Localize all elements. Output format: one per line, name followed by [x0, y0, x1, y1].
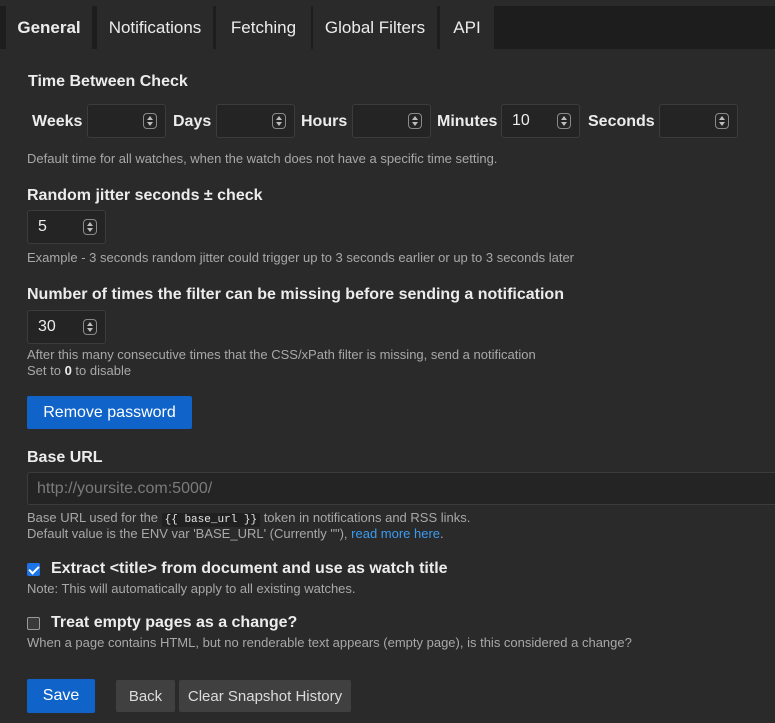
base-url-help: Base URL used for the {{ base_url }} tok…: [27, 510, 471, 527]
days-spinner-icon[interactable]: [272, 113, 286, 129]
tab-bar: General Notifications Fetching Global Fi…: [0, 0, 775, 49]
time-between-check-help: Default time for all watches, when the w…: [27, 151, 498, 166]
empty-pages-label: Treat empty pages as a change?: [51, 614, 298, 631]
save-button[interactable]: Save: [27, 679, 95, 713]
hours-label: Hours: [301, 113, 348, 130]
base-url-default-help: Default value is the ENV var 'BASE_URL' …: [27, 526, 444, 541]
tab-notifications[interactable]: Notifications: [97, 6, 213, 49]
extract-title-label: Extract <title> from document and use as…: [51, 560, 448, 577]
seconds-input[interactable]: [659, 104, 738, 138]
seconds-label: Seconds: [588, 113, 655, 130]
extract-title-help: Note: This will automatically apply to a…: [27, 581, 356, 596]
jitter-input[interactable]: 5: [27, 210, 106, 244]
tab-api[interactable]: API: [440, 6, 494, 49]
jitter-spinner-icon[interactable]: [83, 219, 97, 235]
tab-fetching[interactable]: Fetching: [216, 6, 311, 49]
minutes-spinner-icon[interactable]: [557, 113, 571, 129]
base-url-title: Base URL: [27, 449, 103, 466]
jitter-title: Random jitter seconds ± check: [27, 187, 263, 204]
extract-title-checkbox[interactable]: [27, 563, 40, 576]
minutes-input[interactable]: 10: [501, 104, 580, 138]
jitter-help: Example - 3 seconds random jitter could …: [27, 250, 575, 265]
read-more-link[interactable]: read more here: [351, 526, 440, 541]
days-input[interactable]: [216, 104, 295, 138]
empty-pages-checkbox[interactable]: [27, 617, 40, 630]
hours-spinner-icon[interactable]: [408, 113, 422, 129]
filter-missing-input[interactable]: 30: [27, 310, 106, 344]
filter-missing-title: Number of times the filter can be missin…: [27, 286, 564, 303]
filter-missing-help: After this many consecutive times that t…: [27, 347, 536, 362]
tab-global-filters[interactable]: Global Filters: [313, 6, 437, 49]
days-label: Days: [173, 113, 212, 130]
clear-snapshot-history-button[interactable]: Clear Snapshot History: [179, 680, 351, 712]
remove-password-button[interactable]: Remove password: [27, 396, 192, 429]
seconds-spinner-icon[interactable]: [715, 113, 729, 129]
hours-input[interactable]: [352, 104, 431, 138]
weeks-spinner-icon[interactable]: [143, 113, 157, 129]
back-button[interactable]: Back: [116, 680, 175, 712]
base-url-token: {{ base_url }}: [161, 513, 261, 527]
filter-missing-spinner-icon[interactable]: [83, 319, 97, 335]
filter-missing-help-disable: Set to 0 to disable: [27, 363, 132, 378]
time-between-check-title: Time Between Check: [28, 73, 188, 90]
weeks-label: Weeks: [32, 113, 83, 130]
minutes-label: Minutes: [437, 113, 498, 130]
tab-general[interactable]: General: [6, 6, 92, 49]
empty-pages-help: When a page contains HTML, but no render…: [27, 635, 632, 650]
base-url-input[interactable]: http://yoursite.com:5000/: [27, 472, 775, 505]
weeks-input[interactable]: [87, 104, 166, 138]
